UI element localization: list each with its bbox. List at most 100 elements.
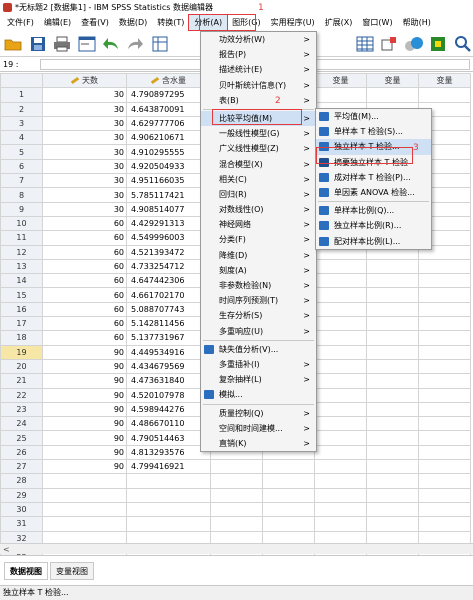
menu-file[interactable]: 文件(F) <box>2 15 39 30</box>
cell-days[interactable]: 90 <box>42 430 127 446</box>
cell-empty[interactable] <box>366 301 419 318</box>
row-number[interactable]: 23 <box>0 401 43 418</box>
cell-moisture[interactable]: 4.910295555 <box>126 144 211 160</box>
row-number[interactable]: 5 <box>0 144 43 160</box>
row-number[interactable]: 1 <box>0 87 43 103</box>
row-number[interactable]: 11 <box>0 230 43 246</box>
table-row[interactable]: 27 90 4.799416921 <box>0 459 471 475</box>
cell-moisture[interactable]: 4.449534916 <box>126 344 211 360</box>
cell-empty[interactable] <box>366 330 419 346</box>
cell-moisture[interactable]: 4.473631840 <box>126 373 211 389</box>
cell-empty[interactable] <box>418 373 471 389</box>
cell-empty[interactable] <box>210 459 263 475</box>
cell-moisture[interactable]: 4.434679569 <box>126 358 211 375</box>
cell-moisture[interactable]: 4.598944276 <box>126 401 211 418</box>
analyze-menu-item[interactable]: 贝叶斯统计信息(Y) > <box>201 78 316 93</box>
undo-icon[interactable] <box>101 33 121 55</box>
cell-empty[interactable] <box>366 444 419 461</box>
row-number[interactable]: 28 <box>0 473 43 489</box>
cell-moisture[interactable]: 4.429291313 <box>126 215 211 232</box>
cell-empty[interactable] <box>366 344 419 360</box>
cell-days[interactable]: 30 <box>42 158 127 175</box>
cell-days[interactable]: 60 <box>42 287 127 303</box>
cell-empty[interactable] <box>418 501 471 518</box>
cell-moisture[interactable] <box>126 487 211 503</box>
analyze-menu-item[interactable]: 描述统计(E) > <box>201 62 316 77</box>
cell-empty[interactable] <box>314 459 367 475</box>
cell-empty[interactable] <box>418 387 471 403</box>
corner-cell[interactable] <box>0 73 43 89</box>
cell-empty[interactable] <box>418 487 471 503</box>
cell-empty[interactable] <box>418 287 471 303</box>
cell-empty[interactable] <box>262 473 315 489</box>
menu-utilities[interactable]: 实用程序(U) <box>266 15 320 30</box>
cell-days[interactable] <box>42 473 127 489</box>
cell-days[interactable]: 90 <box>42 444 127 461</box>
cell-empty[interactable] <box>366 516 419 532</box>
search-icon[interactable] <box>453 33 473 55</box>
cell-empty[interactable] <box>418 430 471 446</box>
cell-days[interactable] <box>42 501 127 518</box>
row-number[interactable]: 14 <box>0 273 43 289</box>
column-header[interactable]: 变量 <box>314 73 367 89</box>
compare-means-item[interactable]: 平均值(M)... <box>316 109 431 124</box>
row-number[interactable]: 22 <box>0 387 43 403</box>
cell-empty[interactable] <box>366 501 419 518</box>
cell-moisture[interactable] <box>126 473 211 489</box>
column-header[interactable]: 天数 <box>42 73 127 89</box>
row-number[interactable]: 29 <box>0 487 43 503</box>
cell-days[interactable]: 30 <box>42 201 127 217</box>
analyze-menu-item[interactable]: 一般线性模型(G) > <box>201 126 316 141</box>
cell-days[interactable]: 30 <box>42 130 127 146</box>
cell-moisture[interactable]: 5.137731967 <box>126 330 211 346</box>
cell-moisture[interactable]: 4.661702170 <box>126 287 211 303</box>
row-number[interactable]: 12 <box>0 244 43 260</box>
analyze-menu-item[interactable]: 降维(D) > <box>201 248 316 263</box>
row-number[interactable]: 21 <box>0 373 43 389</box>
cell-days[interactable]: 90 <box>42 459 127 475</box>
cell-empty[interactable] <box>418 344 471 360</box>
cell-days[interactable]: 60 <box>42 301 127 318</box>
save-icon[interactable] <box>27 33 47 55</box>
cell-empty[interactable] <box>314 301 367 318</box>
row-number[interactable]: 13 <box>0 258 43 275</box>
cell-empty[interactable] <box>314 444 367 461</box>
row-number[interactable]: 24 <box>0 416 43 432</box>
cell-empty[interactable] <box>418 301 471 318</box>
cell-empty[interactable] <box>314 401 367 418</box>
cell-empty[interactable] <box>314 316 367 332</box>
cell-empty[interactable] <box>314 358 367 375</box>
analyze-menu-item[interactable]: 刻度(A) > <box>201 263 316 278</box>
cell-empty[interactable] <box>366 373 419 389</box>
analyze-menu-item[interactable]: 功效分析(W) > <box>201 32 316 47</box>
cell-days[interactable] <box>42 487 127 503</box>
cell-empty[interactable] <box>314 416 367 432</box>
horizontal-scrollbar[interactable]: < <box>0 543 473 554</box>
row-number[interactable]: 9 <box>0 201 43 217</box>
cell-days[interactable]: 60 <box>42 244 127 260</box>
cell-empty[interactable] <box>366 487 419 503</box>
row-number[interactable]: 6 <box>0 158 43 175</box>
cell-empty[interactable] <box>314 387 367 403</box>
compare-means-item[interactable]: 配对样本比例(L)... <box>316 234 431 249</box>
row-number[interactable]: 4 <box>0 130 43 146</box>
table-row[interactable]: 28 <box>0 473 471 489</box>
analyze-menu-item[interactable]: 模拟... <box>201 387 316 402</box>
row-number[interactable]: 31 <box>0 516 43 532</box>
cell-days[interactable]: 90 <box>42 401 127 418</box>
dialog-recall-icon[interactable] <box>76 33 96 55</box>
cell-moisture[interactable]: 4.549996003 <box>126 230 211 246</box>
cell-empty[interactable] <box>314 287 367 303</box>
cell-moisture[interactable]: 4.920504933 <box>126 158 211 175</box>
cell-empty[interactable] <box>418 401 471 418</box>
cell-days[interactable]: 60 <box>42 215 127 232</box>
analyze-menu-item[interactable]: 报告(P) > <box>201 47 316 62</box>
cell-empty[interactable] <box>418 459 471 475</box>
table-row[interactable]: 31 <box>0 516 471 532</box>
cell-empty[interactable] <box>314 473 367 489</box>
cell-moisture[interactable]: 4.790897295 <box>126 87 211 103</box>
compare-means-item[interactable]: 单因素 ANOVA 检验... <box>316 185 431 200</box>
cell-days[interactable]: 30 <box>42 144 127 160</box>
menu-help[interactable]: 帮助(H) <box>398 15 436 30</box>
cell-moisture[interactable]: 5.088707743 <box>126 301 211 318</box>
